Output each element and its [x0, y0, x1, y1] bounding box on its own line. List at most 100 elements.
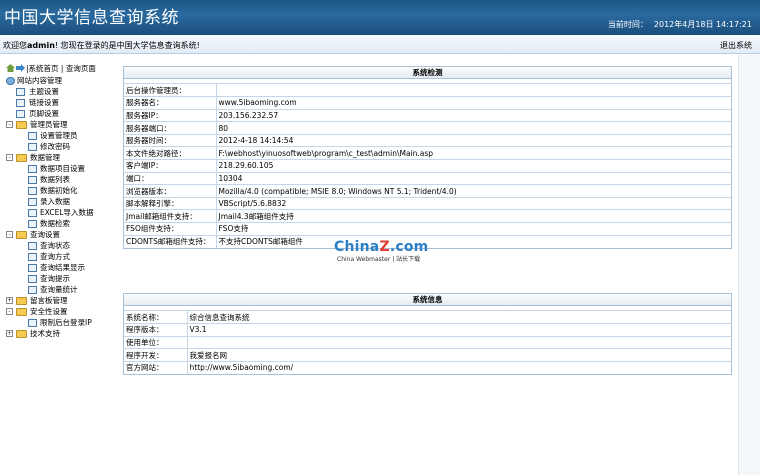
table-row: 使用单位： — [124, 336, 731, 350]
sidebar-item-0[interactable]: 主题设置 — [0, 86, 111, 97]
sidebar-item-4-child-5[interactable]: 数据检索 — [0, 218, 111, 229]
tree-label: 留言板管理 — [30, 296, 68, 305]
table-row: 客户端IP： 218.29.60.105 — [124, 159, 731, 173]
globe-icon — [6, 77, 15, 85]
sidebar-item-4-child-0[interactable]: 数据项目设置 — [0, 163, 111, 174]
tree-label: 数据列表 — [40, 175, 70, 184]
row-value: http://www.5ibaoming.com/ — [189, 363, 294, 373]
row-label: FSO组件支持： — [124, 222, 217, 236]
row-label: 程序开发： — [124, 348, 188, 362]
collapse-icon[interactable]: - — [6, 154, 13, 161]
sidebar-item-4-child-4[interactable]: EXCEL导入数据 — [0, 207, 111, 218]
page-icon — [28, 253, 37, 261]
page-icon — [16, 110, 25, 118]
table-row: 服务器端口： 80 — [124, 121, 731, 135]
nav-tree: 网站内容管理 主题设置 链接设置 页脚设置 - 管理员管理 设置管理员 修改密码 - 数据管理数据… — [0, 75, 111, 339]
sidebar-item-4-child-3[interactable]: 录入数据 — [0, 196, 111, 207]
tree-label: 数据检索 — [40, 219, 70, 228]
scrollbar-track[interactable] — [738, 55, 760, 475]
sidebar-item-6[interactable]: + 留言板管理 — [0, 295, 111, 306]
welcome-prefix: 欢迎您 — [3, 41, 27, 50]
row-value: 我爱报名网 — [187, 348, 731, 362]
system-info-table: 系统名称： 综合信息查询系统 程序版本： V3.1 使用单位： 程序开发： 我爱报名网 官方网… — [124, 311, 731, 374]
query-page-link[interactable]: 查询页面 — [66, 64, 96, 73]
system-check-panel: 系统检测 后台操作管理员： 服务器名： www.5ibaoming.com 服务器IP… — [123, 66, 732, 249]
row-label: 脚本解释引擎： — [124, 197, 217, 211]
row-value: Jmail4.3邮箱组件支持 — [216, 209, 731, 224]
folder-icon — [16, 231, 27, 239]
table-row: 系统名称： 综合信息查询系统 — [124, 311, 731, 325]
row-value: 2012-4-18 14:14:54 — [216, 134, 731, 148]
sidebar-item-1[interactable]: 链接设置 — [0, 97, 111, 108]
tree-label: 安全性设置 — [30, 307, 68, 316]
collapse-icon[interactable]: - — [6, 231, 13, 238]
page-icon — [28, 132, 37, 140]
tree-label: 数据管理 — [30, 153, 60, 162]
page-icon — [28, 209, 37, 217]
sidebar-item-3-child-1[interactable]: 修改密码 — [0, 141, 111, 152]
collapse-icon[interactable]: - — [6, 308, 13, 315]
tree-label: 查询设置 — [30, 230, 60, 239]
folder-icon — [16, 330, 27, 338]
row-value: 综合信息查询系统 — [187, 311, 731, 325]
sidebar-item-7[interactable]: - 安全性设置 — [0, 306, 111, 317]
row-value: Mozilla/4.0 (compatible; MSIE 8.0; Windo… — [216, 184, 731, 198]
collapse-icon[interactable]: - — [6, 121, 13, 128]
row-label: 服务器时间： — [124, 134, 217, 148]
row-value: 10304 — [216, 172, 731, 186]
sidebar-item-4[interactable]: - 数据管理 — [0, 152, 111, 163]
page-icon — [28, 264, 37, 272]
row-label: 服务器端口： — [124, 121, 217, 135]
sidebar-item-5-child-1[interactable]: 查询方式 — [0, 251, 111, 262]
sidebar-item-5-child-4[interactable]: 查询量统计 — [0, 284, 111, 295]
page-icon — [16, 88, 25, 96]
tree-label: 数据初始化 — [40, 186, 78, 195]
row-label: 服务器IP： — [124, 109, 217, 123]
sidebar-item-7-child-0[interactable]: 限制后台登录IP — [0, 317, 111, 328]
logout-link[interactable]: 退出系统 — [720, 40, 752, 51]
welcome-suffix: ! 您现在登录的是中国大学信息查询系统! — [54, 41, 200, 50]
tree-label: 数据项目设置 — [40, 164, 85, 173]
row-value — [216, 84, 731, 98]
row-label: CDONTS邮箱组件支持： — [124, 235, 217, 248]
home-icon — [6, 64, 15, 72]
table-row: 服务器IP： 203.156.232.57 — [124, 109, 731, 123]
row-label: 系统名称： — [124, 311, 188, 325]
tree-label: 查询结果显示 — [40, 263, 85, 272]
folder-icon — [16, 308, 27, 316]
page-icon — [28, 143, 37, 151]
folder-icon — [16, 154, 27, 162]
row-value: 218.29.60.105 — [216, 159, 731, 173]
page-icon — [28, 176, 37, 184]
main-content: 系统检测 后台操作管理员： 服务器名： www.5ibaoming.com 服务器IP… — [111, 55, 760, 475]
sidebar-item-4-child-1[interactable]: 数据列表 — [0, 174, 111, 185]
tree-label: 页脚设置 — [29, 109, 59, 118]
system-info-panel: 系统信息 系统名称： 综合信息查询系统 程序版本： V3.1 使用单位： 程序开发： 我爱报… — [123, 293, 732, 375]
sidebar-item-5-child-0[interactable]: 查询状态 — [0, 240, 111, 251]
row-label: 后台操作管理员： — [124, 84, 217, 98]
current-time: 当前时间： 2012年4月18日 14:17:21 — [602, 19, 752, 30]
expand-icon[interactable]: + — [6, 330, 13, 337]
tree-label: 网站内容管理 — [17, 76, 62, 85]
sidebar-item-5[interactable]: - 查询设置 — [0, 229, 111, 240]
row-label: 使用单位： — [124, 336, 188, 350]
sidebar-item-2[interactable]: 页脚设置 — [0, 108, 111, 119]
sidebar-item-3[interactable]: - 管理员管理 — [0, 119, 111, 130]
sidebar-item-4-child-2[interactable]: 数据初始化 — [0, 185, 111, 196]
sidebar-item-5-child-2[interactable]: 查询结果显示 — [0, 262, 111, 273]
sidebar-item-3-child-0[interactable]: 设置管理员 — [0, 130, 111, 141]
table-row: 程序版本： V3.1 — [124, 323, 731, 337]
arrow-icon — [16, 64, 25, 72]
table-row: 服务器时间： 2012-4-18 14:14:54 — [124, 134, 731, 148]
folder-icon — [16, 297, 27, 305]
sidebar-item-5-child-3[interactable]: 查询提示 — [0, 273, 111, 284]
system-home-link[interactable]: 系统首页 — [29, 64, 59, 73]
expand-icon[interactable]: + — [6, 297, 13, 304]
system-info-title: 系统信息 — [124, 294, 731, 306]
table-row: 端口： 10304 — [124, 172, 731, 186]
page-icon — [28, 187, 37, 195]
tree-root[interactable]: 网站内容管理 — [0, 75, 111, 86]
top-banner: 中国大学信息查询系统 当前时间： 2012年4月18日 14:17:21 — [0, 0, 760, 35]
row-label: 端口： — [124, 172, 217, 186]
sidebar-item-8[interactable]: + 技术支持 — [0, 328, 111, 339]
